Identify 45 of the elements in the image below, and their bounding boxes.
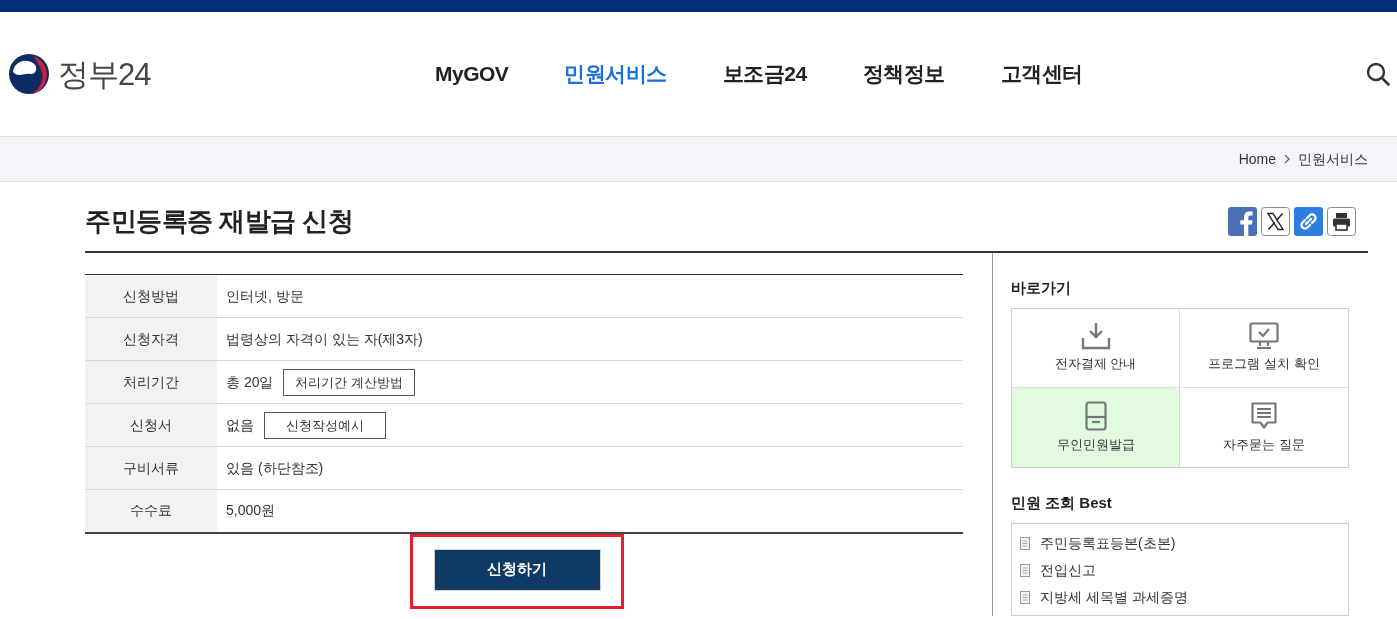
table-header-cell: 신청서: [85, 403, 217, 447]
nav-link[interactable]: 정책정보: [862, 58, 945, 90]
document-icon: [1020, 537, 1030, 550]
breadcrumb-link[interactable]: Home: [1238, 148, 1276, 170]
logo-text[interactable]: 정부24: [58, 58, 151, 90]
search-button[interactable]: [1366, 62, 1390, 86]
breadcrumb-link[interactable]: 민원서비스: [1298, 148, 1368, 170]
page-title: 주민등록증 재발급 신청: [85, 205, 354, 238]
download-icon: [1080, 322, 1111, 351]
document-icon: [1020, 564, 1030, 577]
field-value: 법령상의 자격이 있는 자(제3자): [226, 329, 423, 349]
table-header-cell: 수수료: [85, 489, 217, 533]
nav-link[interactable]: MyGOV: [435, 58, 509, 90]
link-copy-icon[interactable]: [1294, 207, 1323, 236]
kiosk-icon: [1084, 400, 1107, 431]
field-value: 없음: [226, 415, 254, 435]
table-header-cell: 처리기간: [85, 360, 217, 404]
field-value: 인터넷, 방문: [226, 286, 304, 306]
table-header-cell: 구비서류: [85, 446, 217, 490]
best-service-link[interactable]: 지방세 세목별 과세증명: [1020, 584, 1336, 611]
best-service-link[interactable]: 주민등록표등본(초본): [1020, 530, 1336, 557]
table-header-cell: 신청방법: [85, 274, 217, 318]
section-title: 민원 조회 Best: [1011, 493, 1113, 513]
x-share-icon[interactable]: [1261, 207, 1290, 236]
document-icon: [1020, 591, 1030, 604]
table-header-cell: 신청자격: [85, 317, 217, 361]
monitor-check-icon: [1249, 322, 1279, 351]
section-title: 바로가기: [1011, 278, 1072, 298]
info-button[interactable]: 처리기간 계산방법: [283, 368, 416, 396]
nav-link[interactable]: 보조금24: [722, 58, 807, 90]
speech-bubble-icon: [1250, 400, 1278, 431]
best-service-link[interactable]: 전입신고: [1020, 557, 1336, 584]
quick-link[interactable]: 전자결제 안내: [1012, 309, 1180, 388]
facebook-share-icon[interactable]: [1228, 207, 1257, 236]
field-value: 총 20일: [226, 372, 274, 392]
nav-link[interactable]: 민원서비스: [564, 58, 667, 90]
nav-link[interactable]: 고객센터: [1000, 58, 1083, 90]
emblem-icon[interactable]: [8, 53, 50, 95]
field-value: 있음 (하단참조): [226, 458, 324, 478]
quick-link[interactable]: 무인민원발급: [1012, 388, 1180, 467]
info-button[interactable]: 신청작성예시: [264, 411, 386, 439]
print-icon[interactable]: [1327, 207, 1356, 236]
field-value: 5,000원: [226, 501, 276, 521]
chevron-icon: [1284, 154, 1290, 164]
apply-button[interactable]: 신청하기: [433, 548, 601, 591]
